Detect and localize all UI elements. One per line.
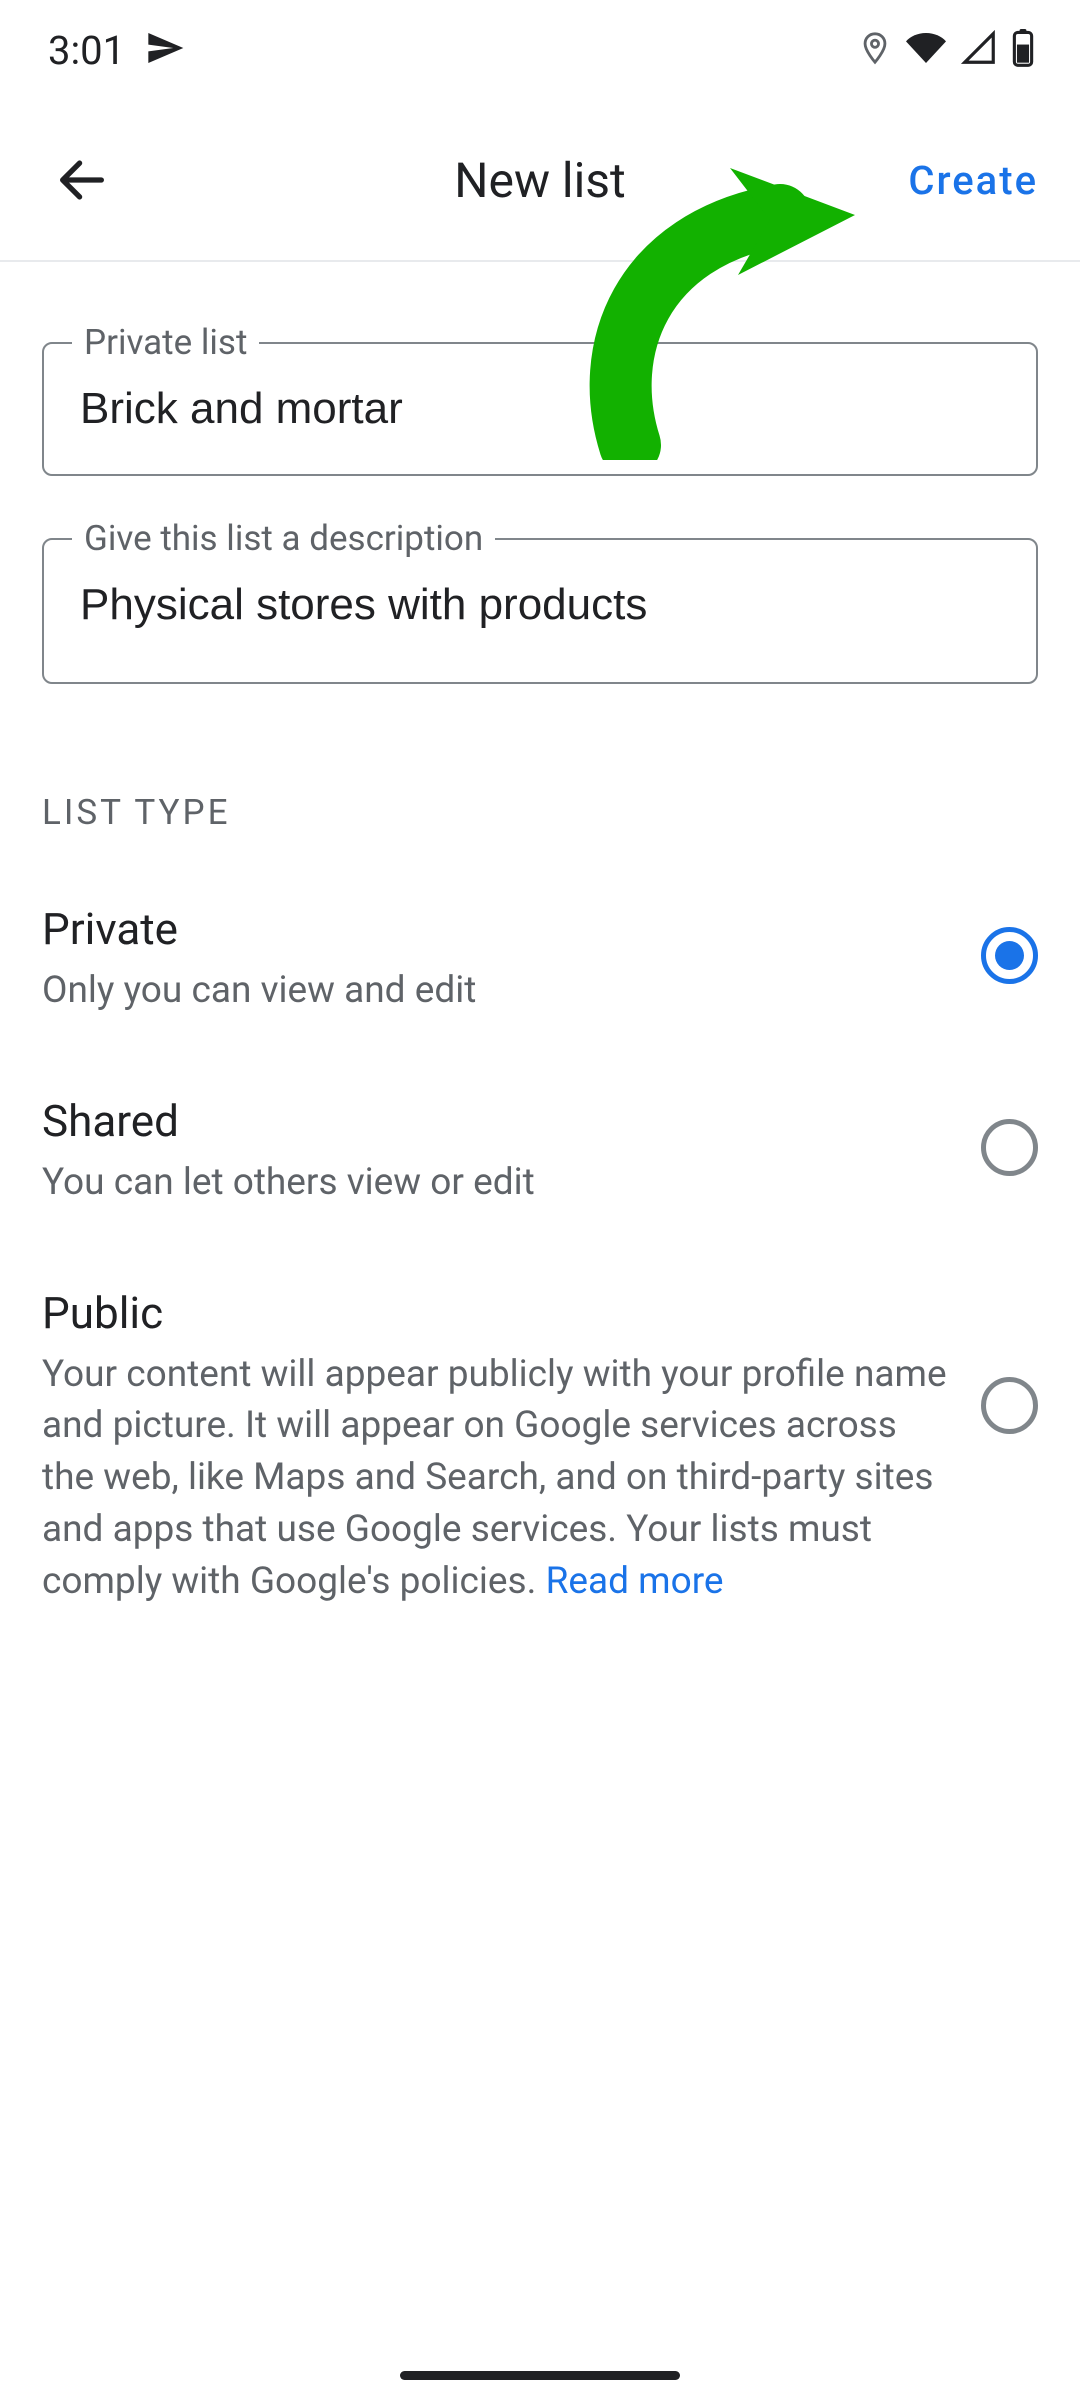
option-title-shared: Shared bbox=[42, 1095, 949, 1147]
gesture-nav-indicator bbox=[400, 2371, 680, 2380]
list-type-option-private[interactable]: Private Only you can view and edit bbox=[42, 903, 1038, 1017]
list-description-label: Give this list a description bbox=[72, 518, 495, 559]
content: Private list Give this list a descriptio… bbox=[0, 262, 1080, 1608]
radio-public[interactable] bbox=[981, 1377, 1038, 1434]
list-type-option-shared[interactable]: Shared You can let others view or edit bbox=[42, 1095, 1038, 1209]
option-sub-shared: You can let others view or edit bbox=[42, 1157, 949, 1209]
list-name-field[interactable]: Private list bbox=[42, 342, 1038, 476]
radio-shared[interactable] bbox=[981, 1119, 1038, 1176]
wifi-icon bbox=[906, 28, 946, 72]
option-sub-public: Your content will appear publicly with y… bbox=[42, 1349, 949, 1608]
option-title-private: Private bbox=[42, 903, 949, 955]
option-title-public: Public bbox=[42, 1287, 949, 1339]
create-button[interactable]: Create bbox=[908, 157, 1038, 204]
send-icon bbox=[145, 28, 185, 72]
option-sub-public-text: Your content will appear publicly with y… bbox=[42, 1353, 947, 1603]
read-more-link[interactable]: Read more bbox=[546, 1560, 724, 1603]
radio-private[interactable] bbox=[981, 927, 1038, 984]
battery-icon bbox=[1012, 29, 1034, 71]
back-button[interactable] bbox=[42, 140, 122, 220]
list-description-input[interactable] bbox=[44, 540, 1036, 682]
status-time: 3:01 bbox=[48, 27, 125, 74]
list-name-input[interactable] bbox=[44, 344, 1036, 474]
list-description-field[interactable]: Give this list a description bbox=[42, 538, 1038, 684]
status-bar: 3:01 bbox=[0, 0, 1080, 100]
app-bar: New list Create bbox=[0, 100, 1080, 260]
status-right bbox=[858, 28, 1034, 72]
cellular-icon bbox=[960, 29, 998, 71]
arrow-left-icon bbox=[53, 151, 111, 209]
list-name-label: Private list bbox=[72, 322, 259, 363]
location-icon bbox=[858, 31, 892, 69]
list-type-option-public[interactable]: Public Your content will appear publicly… bbox=[42, 1287, 1038, 1608]
status-left: 3:01 bbox=[48, 27, 185, 74]
list-type-section-label: LIST TYPE bbox=[42, 792, 1038, 833]
option-sub-private: Only you can view and edit bbox=[42, 965, 949, 1017]
